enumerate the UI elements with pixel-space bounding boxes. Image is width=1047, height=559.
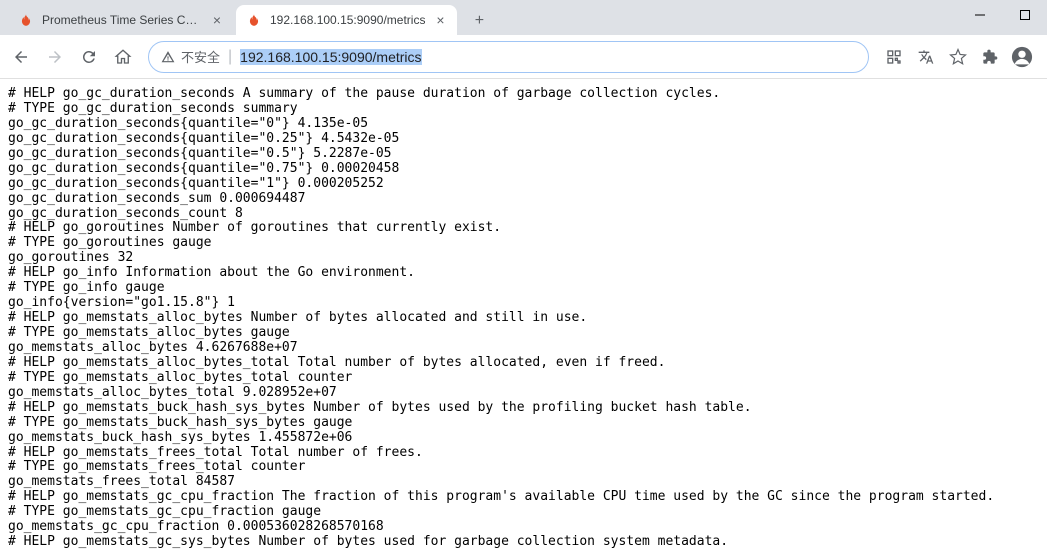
extensions-icon[interactable] — [975, 42, 1005, 72]
insecure-indicator[interactable]: 不安全 — [161, 47, 220, 66]
minimize-button[interactable] — [957, 0, 1002, 30]
tab-title: Prometheus Time Series Colle — [42, 13, 202, 27]
browser-toolbar: 不安全 | 192.168.100.15:9090/metrics — [0, 35, 1047, 79]
separator: | — [228, 48, 232, 66]
browser-tab-0[interactable]: Prometheus Time Series Colle × — [8, 5, 234, 35]
forward-button[interactable] — [40, 42, 70, 72]
prometheus-icon — [18, 12, 34, 28]
window-controls — [957, 0, 1047, 30]
url-selected: 192.168.100.15:9090/metrics — [240, 49, 421, 65]
translate-icon[interactable] — [911, 42, 941, 72]
metrics-body: # HELP go_gc_duration_seconds A summary … — [0, 79, 1047, 558]
new-tab-button[interactable]: + — [465, 7, 493, 35]
profile-icon[interactable] — [1007, 42, 1037, 72]
qr-icon[interactable] — [879, 42, 909, 72]
home-button[interactable] — [108, 42, 138, 72]
bookmark-icon[interactable] — [943, 42, 973, 72]
reload-button[interactable] — [74, 42, 104, 72]
browser-tab-strip: Prometheus Time Series Colle × 192.168.1… — [0, 0, 1047, 35]
maximize-button[interactable] — [1002, 0, 1047, 30]
insecure-label: 不安全 — [181, 47, 220, 66]
url-text: 192.168.100.15:9090/metrics — [240, 49, 421, 65]
close-icon[interactable]: × — [210, 13, 224, 27]
tab-title: 192.168.100.15:9090/metrics — [270, 13, 425, 27]
toolbar-actions — [879, 42, 1041, 72]
prometheus-icon — [246, 12, 262, 28]
browser-tab-1[interactable]: 192.168.100.15:9090/metrics × — [236, 5, 457, 35]
close-icon[interactable]: × — [433, 13, 447, 27]
warning-icon — [161, 50, 175, 64]
address-bar[interactable]: 不安全 | 192.168.100.15:9090/metrics — [148, 41, 869, 73]
back-button[interactable] — [6, 42, 36, 72]
